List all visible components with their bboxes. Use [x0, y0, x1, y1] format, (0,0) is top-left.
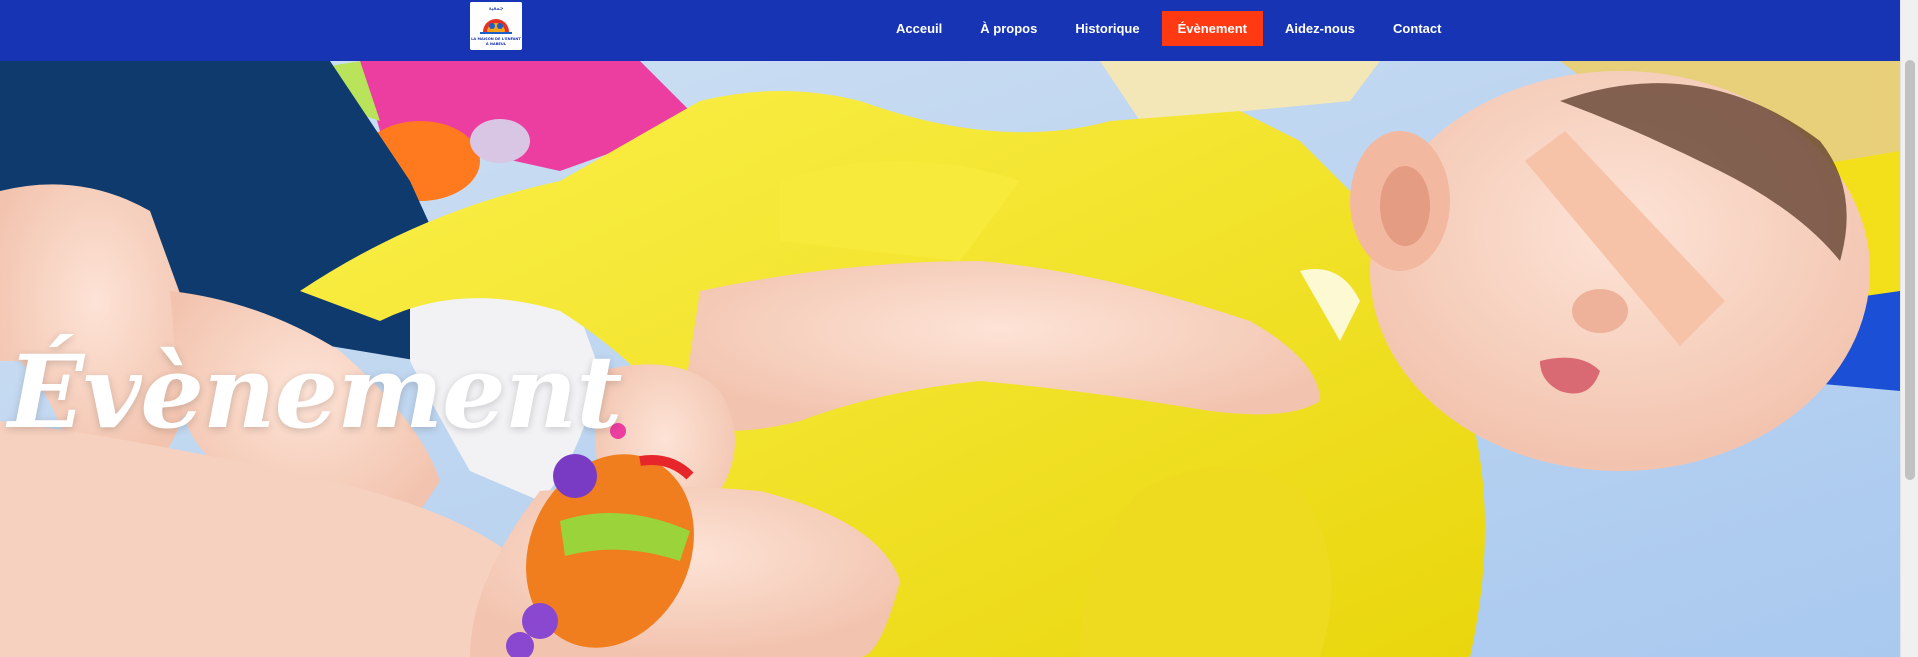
site-logo[interactable]: جمعية LA MAISON DE L'ENFANT À NABEUL [470, 2, 522, 50]
hero-title: Évènement [8, 333, 623, 451]
nav-item-evenement[interactable]: Évènement [1161, 11, 1263, 46]
nav-item-aidez-nous[interactable]: Aidez-nous [1269, 11, 1371, 46]
logo-text-line1: LA MAISON DE L'ENFANT [471, 37, 521, 41]
nav-item-contact[interactable]: Contact [1377, 11, 1457, 46]
page-scrollbar[interactable] [1900, 0, 1918, 657]
top-navbar: جمعية LA MAISON DE L'ENFANT À NABEUL Acc… [0, 0, 1900, 61]
main-menu: Acceuil À propos Historique Évènement Ai… [880, 11, 1463, 46]
nav-item-a-propos[interactable]: À propos [964, 11, 1053, 46]
nav-item-historique[interactable]: Historique [1059, 11, 1155, 46]
page: جمعية LA MAISON DE L'ENFANT À NABEUL Acc… [0, 0, 1900, 657]
nav-item-acceuil[interactable]: Acceuil [880, 11, 958, 46]
scrollbar-thumb[interactable] [1905, 60, 1915, 480]
logo-arabic-text: جمعية [488, 5, 503, 12]
logo-emblem-icon: جمعية LA MAISON DE L'ENFANT À NABEUL [470, 2, 522, 50]
logo-text-line2: À NABEUL [486, 41, 507, 46]
hero-banner: Évènement [0, 61, 1900, 657]
